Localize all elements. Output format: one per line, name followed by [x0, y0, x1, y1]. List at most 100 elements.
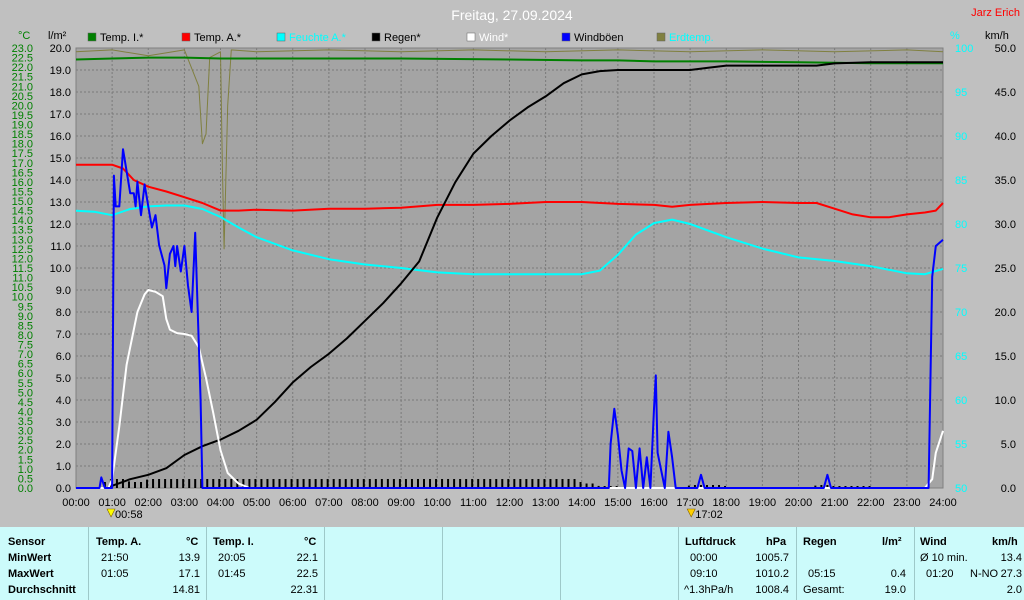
rain-bar: [182, 479, 185, 488]
rain-tick-label: 10.0: [50, 263, 71, 275]
temp-a-min-time: 21:50: [101, 552, 129, 564]
rain-bar: [152, 479, 155, 488]
rain-bar: [320, 479, 323, 488]
rain-bar: [140, 482, 143, 488]
row-label-avg: Durchschnitt: [8, 584, 76, 596]
rain-bar: [537, 479, 540, 488]
rain-bar: [404, 479, 407, 488]
rain-total-value: 19.0: [884, 584, 906, 596]
rain-tick-label: 3.0: [56, 417, 71, 429]
rain-bar: [453, 479, 456, 488]
wind-tick-label: 20.0: [995, 307, 1016, 319]
time-tick-label: 17:00: [676, 497, 704, 509]
rain-tick-label: 5.0: [56, 373, 71, 385]
temp-a-unit: °C: [186, 536, 199, 548]
rain-bar: [121, 479, 124, 488]
wind-unit: km/h: [992, 536, 1018, 548]
pressure-min-value: 1005.7: [755, 552, 789, 564]
pressure-unit: hPa: [766, 536, 787, 548]
time-tick-label: 04:00: [207, 497, 235, 509]
time-tick-label: 23:00: [893, 497, 921, 509]
wind-tick-label: 25.0: [995, 263, 1016, 275]
legend-swatch: [656, 32, 666, 42]
humidity-tick-label: 85: [955, 175, 967, 187]
rain-bar: [561, 479, 564, 488]
time-tick-label: 24:00: [929, 497, 957, 509]
rain-bar: [230, 479, 233, 488]
divider: [560, 527, 561, 600]
rain-bar: [158, 479, 161, 488]
rain-bar: [284, 479, 287, 488]
rain-bar: [356, 479, 359, 488]
rain-bar: [170, 479, 173, 488]
divider: [442, 527, 443, 600]
row-label-max: MaxWert: [8, 568, 54, 580]
temp-i-unit: °C: [304, 536, 317, 548]
time-tick-label: 19:00: [749, 497, 777, 509]
time-tick-label: 11:00: [460, 497, 487, 509]
temp-a-max-time: 01:05: [101, 568, 129, 580]
rain-bar: [483, 479, 486, 488]
rain-bar: [194, 479, 197, 488]
rain-tick-label: 14.0: [50, 175, 71, 187]
rain-axis-unit: l/m²: [48, 30, 67, 42]
rain-bar: [392, 479, 395, 488]
temp-i-max-time: 01:45: [218, 568, 246, 580]
sunset-label: 17:02: [695, 509, 723, 521]
rain-bar: [447, 479, 450, 488]
rain-bar: [296, 479, 299, 488]
rain-bar: [224, 479, 227, 488]
humidity-tick-label: 80: [955, 219, 967, 231]
time-tick-label: 03:00: [171, 497, 199, 509]
legend-label: Temp. A.*: [194, 32, 242, 44]
rain-tick-label: 9.0: [56, 285, 71, 297]
time-tick-label: 02:00: [134, 497, 162, 509]
rain-bar: [513, 479, 516, 488]
rain-bar: [519, 479, 522, 488]
pressure-trend-value: 1008.4: [755, 584, 789, 596]
legend-label: Windböen: [574, 32, 624, 44]
humidity-tick-label: 90: [955, 131, 967, 143]
rain-bar: [441, 479, 444, 488]
rain-bar: [146, 479, 149, 488]
rain-bar: [416, 479, 419, 488]
rain-bar: [212, 479, 215, 488]
rain-tick-label: 20.0: [50, 43, 71, 55]
chart-title: Freitag, 27.09.2024: [451, 7, 573, 23]
divider: [678, 527, 679, 600]
rain-bar: [260, 479, 263, 488]
rain-bar: [176, 479, 179, 488]
temp-a-max-value: 17.1: [178, 568, 200, 580]
rain-bar: [290, 479, 293, 488]
rain-bar: [302, 479, 305, 488]
wind-tick-label: 40.0: [995, 131, 1016, 143]
legend-label: Temp. I.*: [100, 32, 144, 44]
row-label-min: MinWert: [8, 552, 52, 564]
rain-bar: [368, 479, 371, 488]
humidity-tick-label: 95: [955, 87, 967, 99]
pressure-min-time: 00:00: [690, 552, 718, 564]
rain-tick-label: 11.0: [50, 241, 71, 253]
rain-bar: [308, 479, 311, 488]
humidity-tick-label: 70: [955, 307, 967, 319]
humidity-axis-unit: %: [950, 30, 960, 42]
rain-bar: [410, 479, 413, 488]
pressure-header: Luftdruck: [685, 536, 736, 548]
rain-bar: [278, 479, 281, 488]
legend-label: Regen*: [384, 32, 421, 44]
temp-a-header: Temp. A.: [96, 536, 142, 548]
divider: [206, 527, 207, 600]
legend-label: Wind*: [479, 32, 509, 44]
legend-swatch: [561, 32, 571, 42]
time-tick-label: 12:00: [496, 497, 524, 509]
rain-bar: [127, 481, 130, 488]
wind-tick-label: 50.0: [995, 43, 1016, 55]
stats-table: Sensor MinWert MaxWert Durchschnitt Temp…: [0, 527, 1024, 600]
author-label: Jarz Erich: [971, 7, 1020, 19]
rain-bar: [567, 479, 570, 488]
rain-tick-label: 17.0: [50, 109, 71, 121]
rain-bar: [465, 479, 468, 488]
rain-bar: [218, 479, 221, 488]
wind-max-value: 27.3: [1000, 568, 1022, 580]
rain-bar: [555, 479, 558, 488]
